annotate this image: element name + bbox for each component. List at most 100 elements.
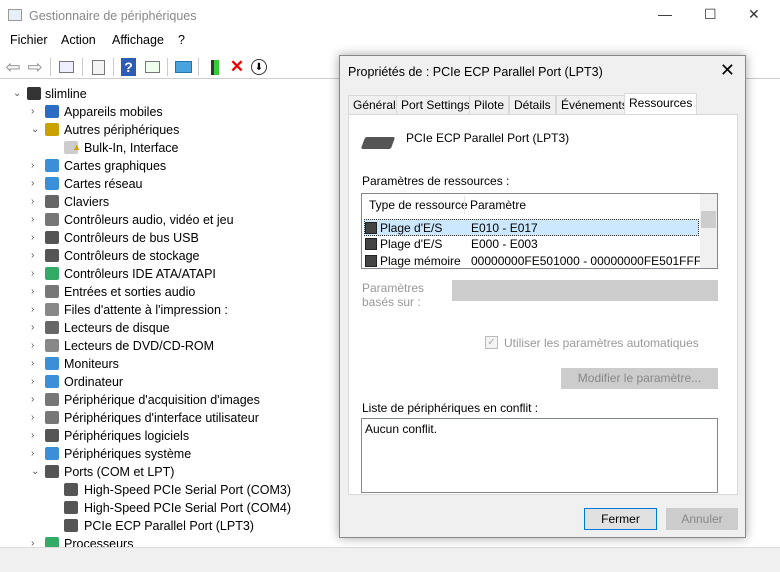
modify-setting-button[interactable]: Modifier le paramètre... [561,368,718,389]
tree-category[interactable]: › Périphérique d'acquisition d'images [0,391,340,409]
horizontal-scrollbar[interactable] [0,547,780,572]
chevron-right-icon[interactable]: › [31,409,34,427]
tree-item-label: Contrôleurs audio, vidéo et jeu [64,213,234,227]
forward-icon[interactable]: ⇨ [26,57,44,77]
properties-icon[interactable] [89,58,107,76]
chevron-right-icon[interactable]: › [31,265,34,283]
tab-pilote[interactable]: Pilote [469,95,510,115]
chevron-right-icon[interactable]: › [31,193,34,211]
device-icon [45,393,59,406]
chevron-right-icon[interactable]: › [31,355,34,373]
tree-category[interactable]: › Contrôleurs audio, vidéo et jeu [0,211,340,229]
tab-ressources[interactable]: Ressources [624,93,698,116]
chevron-right-icon[interactable]: › [31,445,34,463]
tree-item-label: Périphérique d'acquisition d'images [64,393,260,407]
uninstall-icon[interactable]: ✕ [228,57,246,76]
tree-category[interactable]: › Files d'attente à l'impression : [0,301,340,319]
help-icon[interactable]: ? [121,58,136,76]
minimize-button[interactable]: — [658,6,672,22]
chevron-right-icon[interactable]: › [31,301,34,319]
tree-category[interactable]: › Moniteurs [0,355,340,373]
action-pane-icon[interactable] [143,58,161,76]
tree-category[interactable]: › Lecteurs de disque [0,319,340,337]
based-on-select[interactable] [452,280,718,301]
tree-category[interactable]: › Périphériques système [0,445,340,463]
tree-item-label: Contrôleurs IDE ATA/ATAPI [64,267,216,281]
chevron-right-icon[interactable]: › [31,391,34,409]
menu-action[interactable]: Action [61,33,96,47]
tree-item-label: Bulk-In, Interface [84,141,179,155]
tab-port-settings[interactable]: Port Settings [396,95,475,115]
device-icon [64,501,78,514]
list-item[interactable]: Plage d'E/S E000 - E003 [365,236,700,253]
menu-affichage[interactable]: Affichage [112,33,164,47]
chevron-right-icon[interactable]: › [31,319,34,337]
list-scrollbar[interactable] [700,194,717,268]
tree-category[interactable]: › Appareils mobiles [0,103,340,121]
list-item[interactable]: Plage d'E/S E010 - E017 [364,219,699,236]
menu-help[interactable]: ? [178,33,185,47]
device-icon [45,429,59,442]
tree-category[interactable]: › Contrôleurs IDE ATA/ATAPI [0,265,340,283]
chevron-right-icon[interactable]: › [31,175,34,193]
title-bar: Gestionnaire de périphériques — ☐ ✕ [0,0,780,32]
tree-device[interactable]: High-Speed PCIe Serial Port (COM3) [0,481,340,499]
scan-hardware-icon[interactable] [174,58,192,76]
tree-item-label: Moniteurs [64,357,119,371]
tree-item-label: Contrôleurs de bus USB [64,231,199,245]
chevron-down-icon[interactable]: ⌄ [31,121,39,139]
cancel-button[interactable]: Annuler [666,508,738,530]
device-icon [45,285,59,298]
show-hide-tree-icon[interactable] [57,58,75,76]
dialog-close-button[interactable]: ✕ [720,60,735,81]
column-header-type[interactable]: Type de ressource [369,197,468,214]
chevron-down-icon[interactable]: ⌄ [13,85,21,103]
device-icon [45,411,59,424]
tree-category[interactable]: › Entrées et sorties audio [0,283,340,301]
tab-general[interactable]: Général [348,95,401,115]
tree-category[interactable]: › Lecteurs de DVD/CD-ROM [0,337,340,355]
tree-category[interactable]: › Périphériques d'interface utilisateur [0,409,340,427]
tree-category[interactable]: ⌄ Ports (COM et LPT) [0,463,340,481]
tree-category[interactable]: › Périphériques logiciels [0,427,340,445]
close-dialog-button[interactable]: Fermer [584,508,657,530]
tab-evenements[interactable]: Événements [556,95,633,115]
chevron-right-icon[interactable]: › [31,229,34,247]
resources-list[interactable]: Type de ressource Paramètre Plage d'E/S E… [361,193,718,269]
tree-category[interactable]: › Ordinateur [0,373,340,391]
tab-details[interactable]: Détails [509,95,556,115]
close-button[interactable]: ✕ [748,6,760,23]
column-header-value[interactable]: Paramètre [470,197,526,214]
tree-device[interactable]: PCIe ECP Parallel Port (LPT3) [0,517,340,535]
maximize-button[interactable]: ☐ [704,6,717,23]
device-icon [45,105,59,118]
chevron-right-icon[interactable]: › [31,283,34,301]
conflict-list[interactable]: Aucun conflit. [361,418,718,493]
chevron-right-icon[interactable]: › [31,247,34,265]
tree-category[interactable]: › Claviers [0,193,340,211]
tree-category[interactable]: › Contrôleurs de bus USB [0,229,340,247]
tree-device[interactable]: High-Speed PCIe Serial Port (COM4) [0,499,340,517]
chevron-right-icon[interactable]: › [31,427,34,445]
chevron-right-icon[interactable]: › [31,373,34,391]
tree-device[interactable]: ▲ Bulk-In, Interface [0,139,340,157]
menu-fichier[interactable]: Fichier [10,33,48,47]
list-item[interactable]: Plage mémoire 00000000FE501000 - 00000000… [365,253,701,268]
tree-item-label: Cartes réseau [64,177,143,191]
tree-category[interactable]: › Contrôleurs de stockage [0,247,340,265]
auto-settings-checkbox[interactable]: ✓ [485,336,498,349]
back-icon[interactable]: ⇦ [4,57,22,77]
disable-device-icon[interactable]: ⬇ [251,59,267,75]
tree-category[interactable]: ⌄ Autres périphériques [0,121,340,139]
chevron-right-icon[interactable]: › [31,211,34,229]
device-icon [45,357,59,370]
chevron-right-icon[interactable]: › [31,103,34,121]
chevron-right-icon[interactable]: › [31,157,34,175]
tree-category[interactable]: › Cartes graphiques [0,157,340,175]
chevron-down-icon[interactable]: ⌄ [31,463,39,481]
tree-category[interactable]: › Cartes réseau [0,175,340,193]
update-driver-icon[interactable] [206,58,224,76]
tree-root[interactable]: ⌄ slimline [0,85,340,103]
chevron-right-icon[interactable]: › [31,337,34,355]
tree-item-label: Ports (COM et LPT) [64,465,175,479]
